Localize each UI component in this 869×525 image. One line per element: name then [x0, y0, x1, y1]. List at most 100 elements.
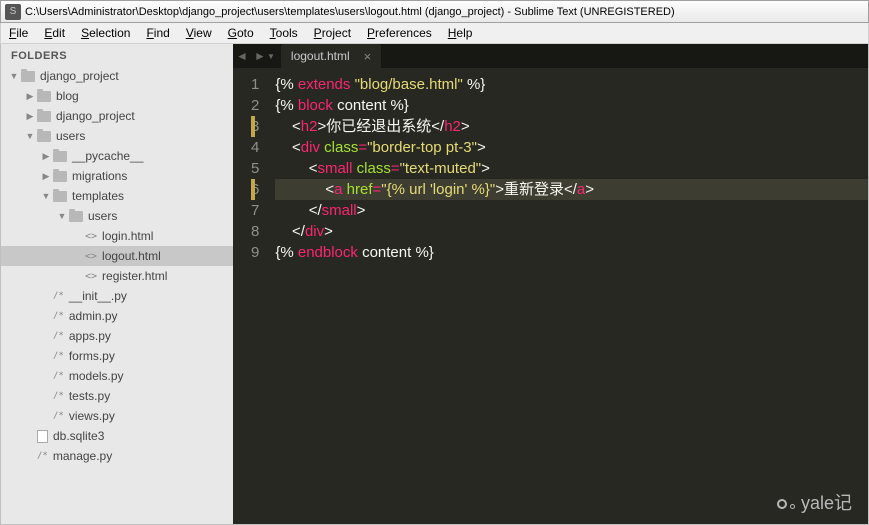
watermark-text: yale记	[801, 493, 852, 514]
folder-icon	[69, 211, 83, 222]
tree-item-django-project[interactable]: ▶django_project	[1, 106, 233, 126]
close-icon[interactable]: ×	[364, 49, 372, 64]
menu-preferences[interactable]: Preferences	[359, 24, 440, 42]
tree-item-label: users	[56, 129, 85, 143]
chevron-down-icon[interactable]: ▼	[57, 211, 67, 221]
line-number: 4	[251, 137, 259, 158]
tree-item-models-py[interactable]: /*models.py	[1, 366, 233, 386]
sidebar: FOLDERS ▼django_project▶blog▶django_proj…	[1, 44, 233, 524]
chevron-right-icon[interactable]: ▶	[25, 91, 35, 102]
window-title: C:\Users\Administrator\Desktop\django_pr…	[25, 6, 675, 18]
code-line[interactable]: </small>	[275, 200, 868, 221]
tab-bar: ◄ ► ▼ logout.html ×	[233, 44, 868, 68]
html-file-icon: <>	[85, 251, 97, 262]
line-number: 2	[251, 95, 259, 116]
folder-icon	[37, 111, 51, 122]
tree-item-django-project[interactable]: ▼ django_project	[1, 66, 233, 86]
chevron-right-icon[interactable]: ▶	[25, 111, 35, 122]
tree-item-logout-html[interactable]: <> logout.html	[1, 246, 233, 266]
tree-item-templates[interactable]: ▼templates	[1, 186, 233, 206]
nav-dropdown-icon[interactable]: ▼	[267, 52, 275, 61]
tree-item-migrations[interactable]: ▶ migrations	[1, 166, 233, 186]
app-icon: S	[5, 4, 21, 20]
code-line[interactable]: {% extends "blog/base.html" %}	[275, 74, 868, 95]
tree-item-users[interactable]: ▼users	[1, 206, 233, 226]
line-number: 8	[251, 221, 259, 242]
menu-goto[interactable]: Goto	[220, 24, 262, 42]
code-line[interactable]: <div class="border-top pt-3">	[275, 137, 868, 158]
chevron-down-icon[interactable]: ▼	[25, 131, 35, 141]
tree-item-label: login.html	[102, 229, 153, 243]
menu-project[interactable]: Project	[306, 24, 359, 42]
menu-tools[interactable]: Tools	[262, 24, 306, 42]
tree-item-label: admin.py	[69, 309, 118, 323]
folder-icon	[37, 91, 51, 102]
code-content[interactable]: {% extends "blog/base.html" %}{% block c…	[271, 68, 868, 524]
tree-item-label: migrations	[72, 169, 127, 183]
tree-item-admin-py[interactable]: /* admin.py	[1, 306, 233, 326]
menu-file[interactable]: File	[1, 24, 36, 42]
tree-item-label: register.html	[102, 269, 167, 283]
tree-item-tests-py[interactable]: /* tests.py	[1, 386, 233, 406]
watermark: yale记	[777, 493, 852, 514]
chevron-right-icon[interactable]: ▶	[41, 171, 51, 182]
folder-icon	[53, 151, 67, 162]
tree-item-label: views.py	[69, 409, 115, 423]
code-line[interactable]: {% endblock content %}	[275, 242, 868, 263]
tree-item-label: forms.py	[69, 349, 115, 363]
html-file-icon: <>	[85, 231, 97, 242]
window-title-bar: S C:\Users\Administrator\Desktop\django_…	[0, 0, 869, 23]
line-number: 7	[251, 200, 259, 221]
code-line[interactable]: <h2>你已经退出系统</h2>	[275, 116, 868, 137]
menu-find[interactable]: Find	[138, 24, 177, 42]
tab-logout[interactable]: logout.html ×	[281, 44, 381, 68]
html-file-icon: <>	[85, 271, 97, 282]
code-line[interactable]: </div>	[275, 221, 868, 242]
tree-item-views-py[interactable]: /* views.py	[1, 406, 233, 426]
tree-item-label: django_project	[40, 69, 119, 83]
line-number: 3	[251, 116, 259, 137]
code-area[interactable]: 123456789 {% extends "blog/base.html" %}…	[233, 68, 868, 524]
py-file-icon: /*	[53, 291, 64, 301]
line-number: 5	[251, 158, 259, 179]
tree-item-label: logout.html	[102, 249, 161, 263]
tree-item-label: apps.py	[69, 329, 111, 343]
menu-edit[interactable]: Edit	[36, 24, 73, 42]
tab-label: logout.html	[291, 49, 350, 63]
folder-icon	[53, 171, 67, 182]
tree-item-manage-py[interactable]: /*manage.py	[1, 446, 233, 466]
tree-item-label: tests.py	[69, 389, 110, 403]
folder-icon	[53, 191, 67, 202]
code-line[interactable]: {% block content %}	[275, 95, 868, 116]
tree-item-blog[interactable]: ▶ blog	[1, 86, 233, 106]
menu-view[interactable]: View	[178, 24, 220, 42]
tree-item-register-html[interactable]: <> register.html	[1, 266, 233, 286]
tree-item-forms-py[interactable]: /*forms.py	[1, 346, 233, 366]
menu-bar: FileEditSelectionFindViewGotoToolsProjec…	[0, 23, 869, 44]
chevron-right-icon[interactable]: ▶	[41, 151, 51, 162]
nav-back-icon[interactable]: ◄	[233, 49, 251, 63]
tree-item-label: blog	[56, 89, 79, 103]
tree-item--pycache-[interactable]: ▶ __pycache__	[1, 146, 233, 166]
folder-tree[interactable]: ▼django_project▶blog▶django_project▼user…	[1, 66, 233, 524]
code-line[interactable]: <a href="{% url 'login' %}">重新登录</a>	[275, 179, 868, 200]
py-file-icon: /*	[53, 391, 64, 401]
tree-item-label: __init__.py	[69, 289, 127, 303]
chevron-down-icon[interactable]: ▼	[9, 71, 19, 81]
menu-help[interactable]: Help	[440, 24, 481, 42]
code-line[interactable]: <small class="text-muted">	[275, 158, 868, 179]
tree-item-label: models.py	[69, 369, 124, 383]
main-area: FOLDERS ▼django_project▶blog▶django_proj…	[0, 44, 869, 525]
menu-selection[interactable]: Selection	[73, 24, 138, 42]
modified-line-marker	[251, 179, 255, 200]
tree-item-label: __pycache__	[72, 149, 143, 163]
py-file-icon: /*	[53, 411, 64, 421]
py-file-icon: /*	[53, 311, 64, 321]
tree-item--init-py[interactable]: /* __init__.py	[1, 286, 233, 306]
tree-item-users[interactable]: ▼ users	[1, 126, 233, 146]
tree-item-db-sqlite3[interactable]: db.sqlite3	[1, 426, 233, 446]
line-number: 9	[251, 242, 259, 263]
tree-item-login-html[interactable]: <> login.html	[1, 226, 233, 246]
chevron-down-icon[interactable]: ▼	[41, 191, 51, 201]
tree-item-apps-py[interactable]: /*apps.py	[1, 326, 233, 346]
